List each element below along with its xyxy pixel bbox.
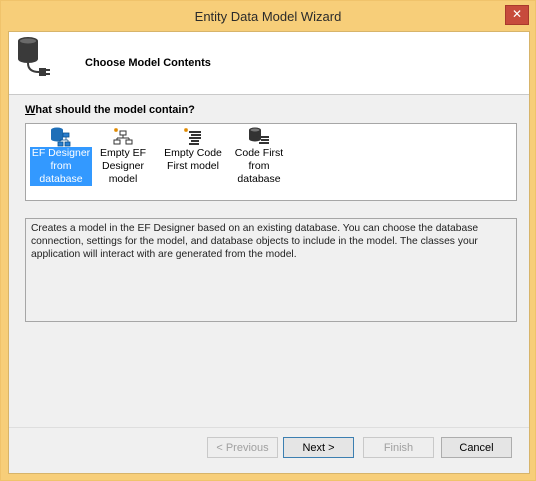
option-label-line: Empty EF: [99, 147, 147, 159]
option-empty-ef-designer-model[interactable]: Empty EF Designer model: [92, 127, 154, 195]
option-label-line: from: [248, 160, 270, 172]
option-code-first-from-database[interactable]: Code First from database: [228, 127, 290, 195]
question-mnemonic: W: [25, 104, 36, 116]
option-empty-code-first-model[interactable]: Empty Code First model: [160, 127, 226, 195]
wizard-header: Choose Model Contents: [9, 32, 529, 95]
option-ef-designer-from-database[interactable]: EF Designer from database: [30, 127, 92, 195]
ef-designer-database-icon: [51, 127, 71, 147]
option-label-line: model: [108, 173, 138, 185]
option-label-line: Designer: [101, 160, 145, 172]
cancel-button[interactable]: Cancel: [441, 437, 512, 458]
title-bar[interactable]: Entity Data Model Wizard ✕: [1, 1, 535, 33]
option-label: Code First from database: [228, 147, 290, 186]
model-contents-question: What should the model contain?: [25, 104, 195, 116]
database-plug-icon: [18, 37, 50, 76]
finish-button[interactable]: Finish: [363, 437, 434, 458]
page-title: Choose Model Contents: [85, 57, 211, 69]
previous-button[interactable]: < Previous: [207, 437, 278, 458]
empty-code-first-icon: [184, 128, 201, 145]
option-label: Empty Code First model: [160, 147, 226, 173]
option-label-line: Code First: [234, 147, 284, 159]
option-description: Creates a model in the EF Designer based…: [31, 223, 479, 260]
option-description-box: Creates a model in the EF Designer based…: [25, 218, 517, 322]
option-label: EF Designer from database: [30, 147, 92, 186]
option-label-line: from: [50, 160, 72, 172]
footer-divider: [9, 427, 529, 428]
code-first-database-icon: [249, 127, 269, 144]
window-title: Entity Data Model Wizard: [194, 9, 342, 24]
option-label-line: First model: [167, 160, 219, 172]
empty-designer-icon: [113, 128, 133, 145]
question-rest: hat should the model contain?: [35, 104, 195, 116]
model-options-list[interactable]: EF Designer from database Empty EF Desig…: [25, 123, 517, 201]
option-label-line: EF Designer: [31, 147, 91, 159]
option-label-line: database: [237, 173, 281, 185]
option-label-line: database: [39, 173, 83, 185]
wizard-window: Entity Data Model Wizard ✕ Choose Model …: [0, 0, 536, 481]
option-label: Empty EF Designer model: [92, 147, 154, 186]
option-label-line: Empty Code: [164, 147, 222, 159]
close-button[interactable]: ✕: [505, 5, 529, 25]
close-icon: ✕: [511, 7, 523, 21]
wizard-client-area: Choose Model Contents What should the mo…: [8, 31, 530, 474]
next-button[interactable]: Next >: [283, 437, 354, 458]
